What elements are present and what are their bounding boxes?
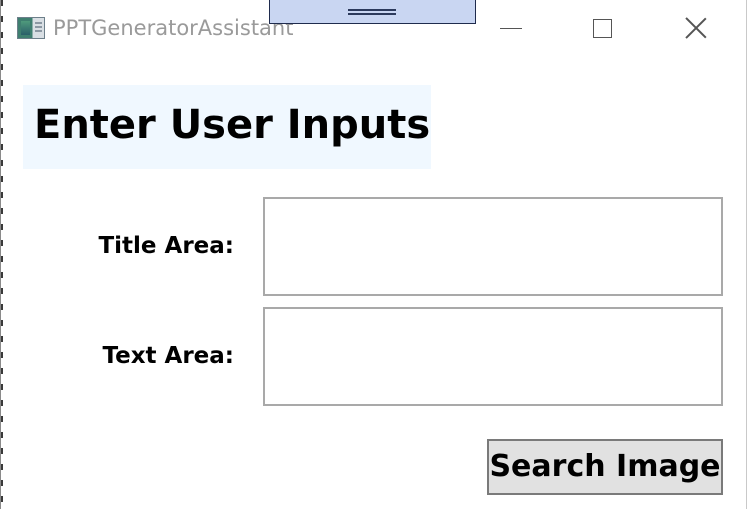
close-icon [685, 17, 707, 39]
title-area-input[interactable] [263, 197, 723, 296]
maximize-icon [593, 19, 612, 38]
minimize-button[interactable] [489, 2, 535, 52]
text-area-input[interactable] [263, 307, 723, 406]
grip-icon [348, 9, 396, 15]
maximize-button[interactable] [579, 2, 625, 52]
search-image-button[interactable]: Search Image [487, 439, 723, 495]
app-icon [17, 17, 45, 39]
drag-handle[interactable] [269, 0, 476, 24]
heading-panel: Enter User Inputs [23, 85, 431, 169]
close-button[interactable] [673, 2, 719, 52]
app-window: PPTGeneratorAssistant Enter User Inputs … [0, 0, 747, 509]
text-area-label: Text Area: [102, 343, 234, 369]
page-title: Enter User Inputs [34, 102, 431, 148]
minimize-icon [500, 28, 522, 29]
window-edge [1, 0, 3, 509]
title-area-label: Title Area: [98, 233, 234, 259]
title-bar[interactable]: PPTGeneratorAssistant [1, 0, 746, 58]
window-title: PPTGeneratorAssistant [53, 16, 294, 40]
